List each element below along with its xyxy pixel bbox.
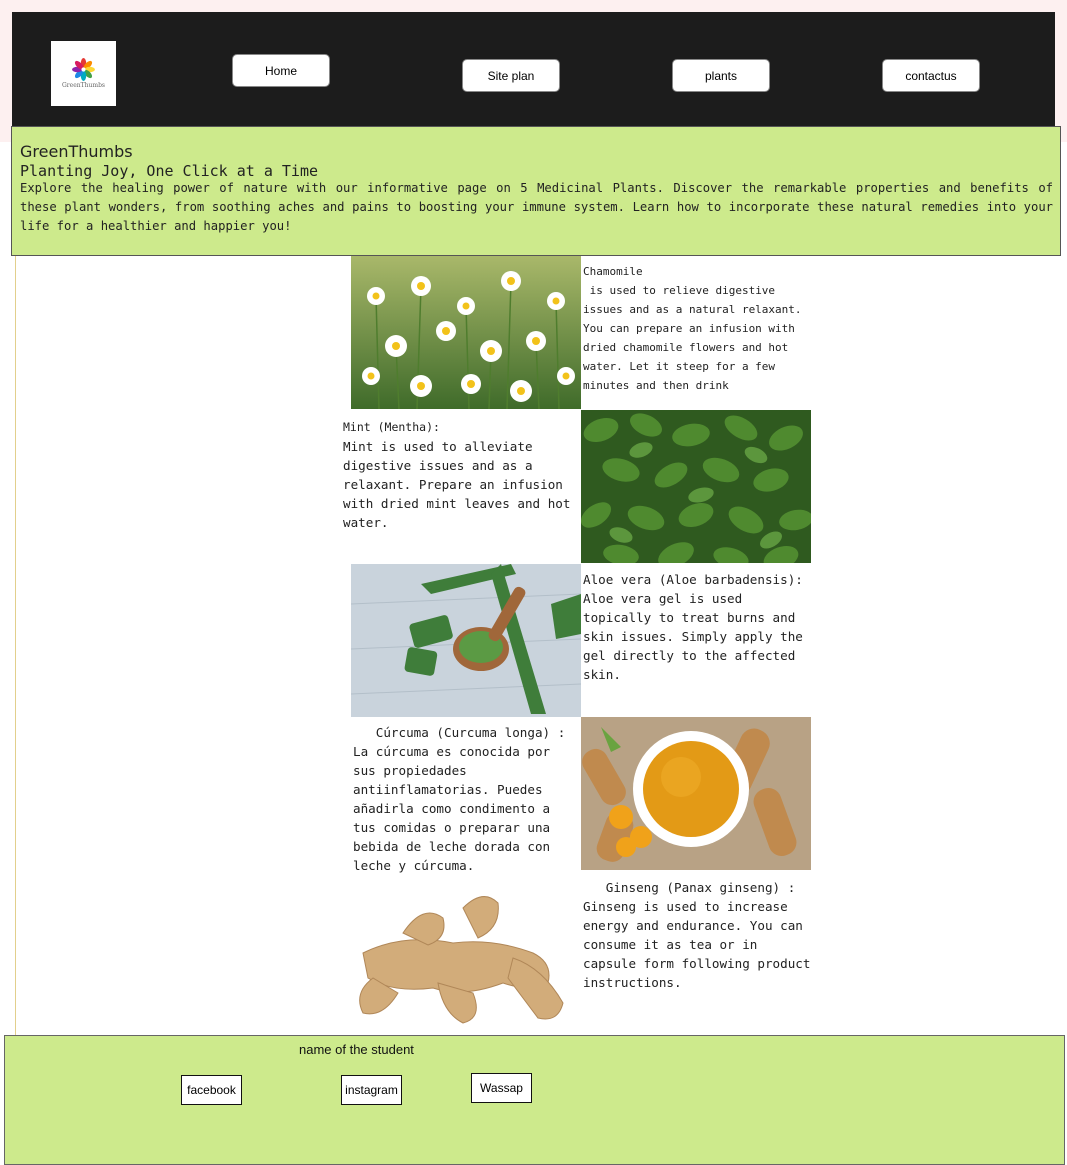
logo[interactable]: GreenThumbs bbox=[51, 41, 116, 106]
curcuma-image bbox=[581, 717, 811, 870]
mint-image bbox=[581, 410, 811, 563]
ginseng-image bbox=[343, 883, 580, 1031]
plant-mint-text: Mint (Mentha): Mint is used to alleviate… bbox=[343, 418, 579, 532]
tagline: Planting Joy, One Click at a Time bbox=[20, 162, 319, 180]
intro-text: Explore the healing power of nature with… bbox=[20, 181, 1053, 233]
nav-home-button[interactable]: Home bbox=[232, 54, 330, 87]
plant-ginseng-text: Ginseng (Panax ginseng) : Ginseng is use… bbox=[583, 878, 811, 992]
nav-plants-button[interactable]: plants bbox=[672, 59, 770, 92]
plant-description: Mint is used to alleviate digestive issu… bbox=[343, 439, 571, 530]
instagram-button[interactable]: instagram bbox=[341, 1075, 402, 1105]
plant-description: La cúrcuma es conocida por sus propiedad… bbox=[353, 744, 551, 873]
logo-text: GreenThumbs bbox=[62, 82, 105, 89]
nav-contactus-button[interactable]: contactus bbox=[882, 59, 980, 92]
plant-description: is used to relieve digestive issues and … bbox=[583, 284, 809, 392]
footer: name of the student facebook instagram W… bbox=[4, 1035, 1065, 1165]
plant-title: Chamomile bbox=[583, 265, 643, 278]
plant-description: Ginseng is used to increase energy and e… bbox=[583, 899, 811, 990]
plant-title: Mint (Mentha): bbox=[343, 420, 440, 434]
hero-section: GreenThumbs Planting Joy, One Click at a… bbox=[11, 126, 1061, 256]
plant-chamomile-text: Chamomile is used to relieve digestive i… bbox=[583, 262, 808, 395]
chamomile-image bbox=[351, 256, 581, 409]
plant-description: Aloe vera gel is used topically to treat… bbox=[583, 591, 803, 682]
aloe-vera-image bbox=[351, 564, 581, 717]
student-name: name of the student bbox=[299, 1042, 414, 1057]
plant-aloe-vera-text: Aloe vera (Aloe barbadensis): Aloe vera … bbox=[583, 570, 811, 684]
plant-title: Ginseng (Panax ginseng) : bbox=[583, 880, 796, 895]
plant-curcuma-text: Cúrcuma (Curcuma longa) : La cúrcuma es … bbox=[353, 723, 579, 875]
flower-logo-icon bbox=[72, 58, 95, 81]
facebook-button[interactable]: facebook bbox=[181, 1075, 242, 1105]
plant-title: Cúrcuma (Curcuma longa) : bbox=[353, 725, 566, 740]
wassap-button[interactable]: Wassap bbox=[471, 1073, 532, 1103]
plant-title: Aloe vera (Aloe barbadensis): bbox=[583, 572, 803, 587]
brand-title: GreenThumbs bbox=[20, 142, 133, 161]
nav-site-plan-button[interactable]: Site plan bbox=[462, 59, 560, 92]
